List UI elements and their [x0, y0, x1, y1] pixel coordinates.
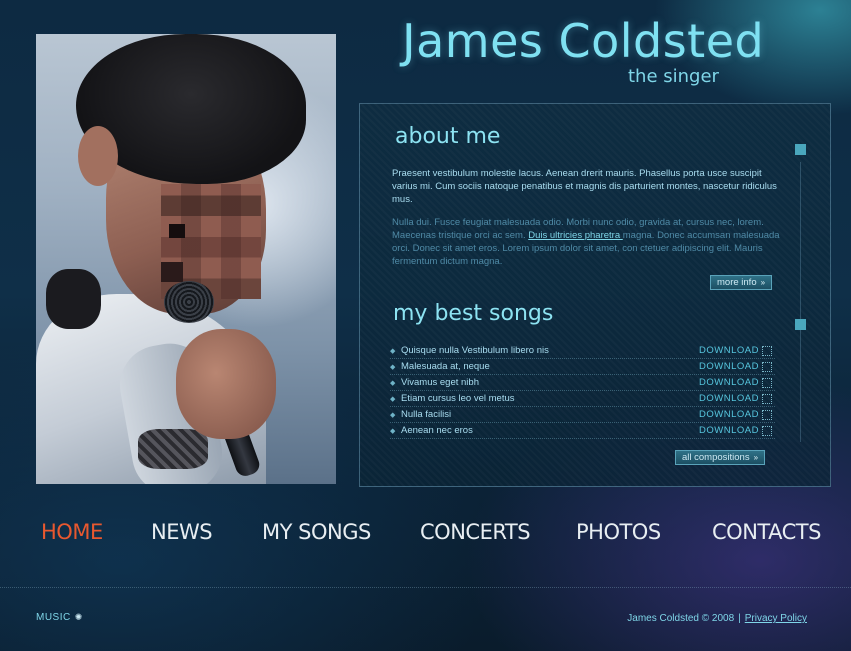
list-item: ◆ Aenean nec eros DOWNLOAD	[390, 423, 775, 439]
songs-list: ◆ Quisque nulla Vestibulum libero nis DOWN…	[390, 343, 775, 439]
download-link[interactable]: DOWNLOAD	[699, 423, 759, 438]
double-arrow-icon: »	[753, 453, 759, 462]
bullet-icon: ◆	[390, 428, 396, 435]
list-item: ◆ Etiam cursus leo vel metus DOWNLOAD	[390, 391, 775, 407]
bullet-icon: ◆	[390, 348, 396, 355]
microphone	[164, 281, 214, 323]
all-compositions-button[interactable]: all compositions»	[675, 450, 766, 465]
download-link[interactable]: DOWNLOAD	[699, 391, 759, 406]
sun-icon: ✺	[74, 612, 83, 622]
more-info-button[interactable]: more info»	[710, 275, 773, 290]
download-icon[interactable]	[762, 346, 772, 356]
bullet-icon: ◆	[390, 364, 396, 371]
list-item: ◆ Malesuada at, neque DOWNLOAD	[390, 359, 775, 375]
nav-home[interactable]: HOME	[41, 520, 103, 544]
song-name[interactable]: Quisque nulla Vestibulum libero nis	[401, 343, 549, 358]
song-name[interactable]: Nulla facilisi	[401, 407, 451, 422]
artist-photo	[36, 34, 336, 484]
double-arrow-icon: »	[760, 278, 766, 287]
about-heading: about me	[395, 124, 501, 149]
scroll-track	[800, 162, 801, 442]
songs-heading: my best songs	[393, 301, 554, 326]
songs-scroll-thumb[interactable]	[795, 319, 806, 330]
about-intro: Praesent vestibulum molestie lacus. Aene…	[392, 168, 777, 205]
footer-separator: |	[738, 613, 741, 624]
about-text: Nulla dui. Fusce feugiat malesuada odio.…	[392, 217, 780, 267]
download-icon[interactable]	[762, 426, 772, 436]
song-name[interactable]: Vivamus eget nibh	[401, 375, 479, 390]
song-name[interactable]: Aenean nec eros	[401, 423, 473, 438]
nav-news[interactable]: NEWS	[151, 520, 213, 544]
download-icon[interactable]	[762, 362, 772, 372]
copyright-text: James Coldsted © 2008	[627, 613, 735, 624]
content-panel: about me Praesent vestibulum molestie la…	[359, 103, 831, 487]
footer-divider	[0, 587, 851, 588]
about-inline-link[interactable]: Duis ultricies pharetra	[528, 230, 623, 241]
download-icon[interactable]	[762, 378, 772, 388]
nav-photos[interactable]: PHOTOS	[576, 520, 661, 544]
download-link[interactable]: DOWNLOAD	[699, 343, 759, 358]
download-link[interactable]: DOWNLOAD	[699, 375, 759, 390]
download-icon[interactable]	[762, 410, 772, 420]
song-name[interactable]: Malesuada at, neque	[401, 359, 490, 374]
download-link[interactable]: DOWNLOAD	[699, 407, 759, 422]
music-toggle[interactable]: MUSIC ✺	[36, 612, 83, 623]
nav-my-songs[interactable]: MY SONGS	[262, 520, 371, 544]
nav-contacts[interactable]: CONTACTS	[712, 520, 821, 544]
list-item: ◆ Vivamus eget nibh DOWNLOAD	[390, 375, 775, 391]
nav-concerts[interactable]: CONCERTS	[420, 520, 531, 544]
about-scroll-thumb[interactable]	[795, 144, 806, 155]
list-item: ◆ Nulla facilisi DOWNLOAD	[390, 407, 775, 423]
download-link[interactable]: DOWNLOAD	[699, 359, 759, 374]
main-nav: HOME NEWS MY SONGS CONCERTS PHOTOS CONTA…	[0, 520, 851, 556]
bullet-icon: ◆	[390, 380, 396, 387]
privacy-policy-link[interactable]: Privacy Policy	[745, 613, 807, 624]
list-item: ◆ Quisque nulla Vestibulum libero nis DOWN…	[390, 343, 775, 359]
bullet-icon: ◆	[390, 412, 396, 419]
footer-info: James Coldsted © 2008 | Privacy Policy	[627, 613, 807, 624]
pixelated-face	[161, 184, 261, 299]
download-icon[interactable]	[762, 394, 772, 404]
song-name[interactable]: Etiam cursus leo vel metus	[401, 391, 515, 406]
bullet-icon: ◆	[390, 396, 396, 403]
site-title: James Coldsted	[402, 14, 765, 68]
site-subtitle: the singer	[628, 66, 719, 87]
